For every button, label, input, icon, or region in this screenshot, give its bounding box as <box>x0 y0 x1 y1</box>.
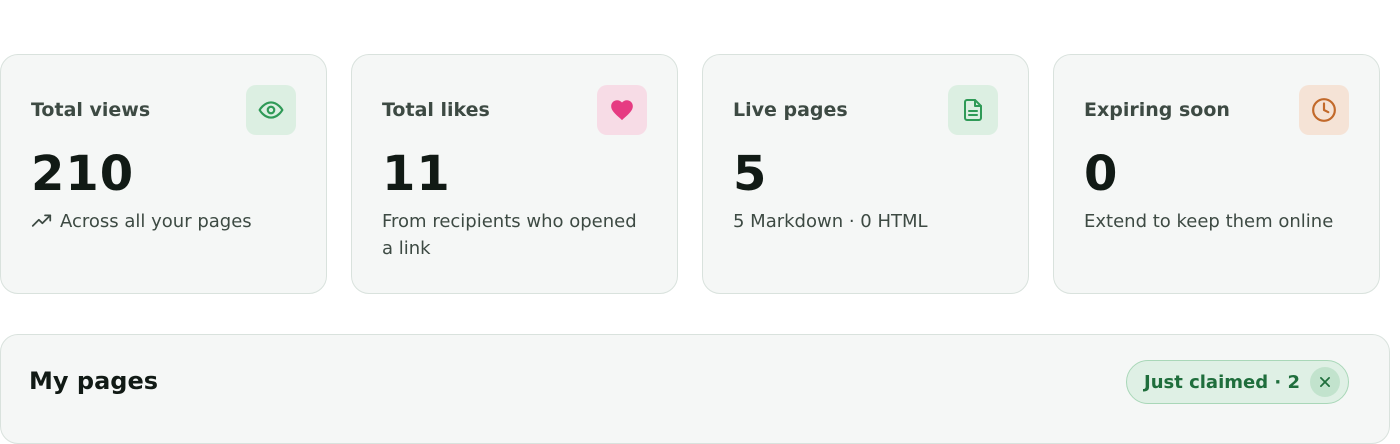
stat-value: 210 <box>31 146 135 202</box>
eye-icon <box>246 85 296 135</box>
stats-row: Total views 210 Across all your pages To… <box>0 54 1380 294</box>
close-icon[interactable] <box>1310 367 1340 397</box>
stat-subtext: Extend to keep them online <box>1084 208 1349 235</box>
just-claimed-filter-chip[interactable]: Just claimed · 2 <box>1126 360 1349 404</box>
stat-subtext: Across all your pages <box>31 208 296 240</box>
stat-card-expiring-soon: Expiring soon 0 Extend to keep them onli… <box>1053 54 1380 294</box>
stat-card-total-likes: Total likes 11 From recipients who opene… <box>351 54 678 294</box>
just-claimed-label: Just claimed · 2 <box>1144 371 1300 393</box>
trending-up-icon <box>31 211 52 240</box>
heart-icon <box>597 85 647 135</box>
stat-subtext-text: Extend to keep them online <box>1084 211 1334 232</box>
clock-icon <box>1299 85 1349 135</box>
stat-subtext: From recipients who opened a link <box>382 208 647 262</box>
stat-subtext: 5 Markdown · 0 HTML <box>733 208 998 235</box>
stat-subtext-text: From recipients who opened a link <box>382 211 637 259</box>
my-pages-panel: My pages Just claimed · 2 <box>0 334 1390 444</box>
document-icon <box>948 85 998 135</box>
stat-value: 0 <box>1084 146 1119 202</box>
stat-card-total-views: Total views 210 Across all your pages <box>0 54 327 294</box>
stat-value: 5 <box>733 146 768 202</box>
stat-subtext-text: 5 Markdown · 0 HTML <box>733 211 928 232</box>
panel-title: My pages <box>29 367 158 395</box>
stat-subtext-text: Across all your pages <box>60 211 252 232</box>
stat-card-live-pages: Live pages 5 5 Markdown · 0 HTML <box>702 54 1029 294</box>
stat-value: 11 <box>382 146 451 202</box>
